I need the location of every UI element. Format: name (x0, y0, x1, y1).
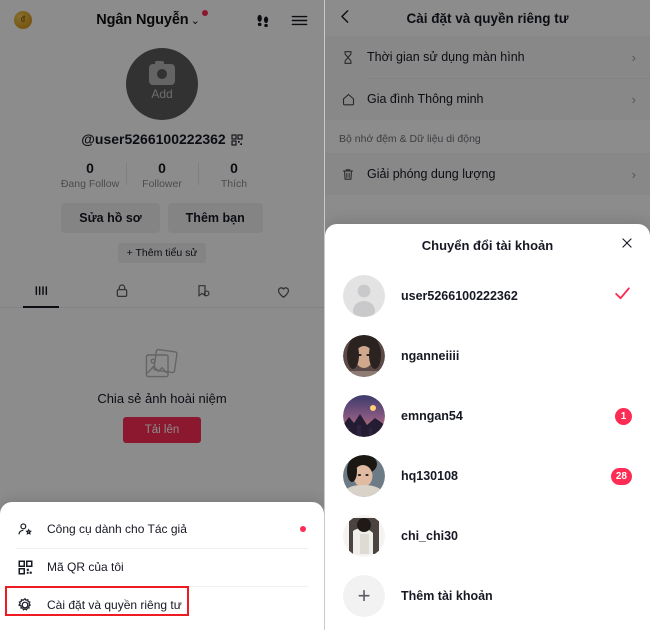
plus-icon: + (343, 575, 385, 617)
profile-actions: Sửa hồ sơ Thêm bạn (0, 203, 324, 233)
edit-profile-button[interactable]: Sửa hồ sơ (61, 203, 160, 233)
coin-icon[interactable]: ₫ (14, 11, 32, 29)
notification-dot (201, 10, 208, 16)
stat-label: Đang Follow (60, 178, 120, 190)
avatar-add-label: Add (151, 86, 173, 101)
stat-value: 0 (86, 160, 94, 176)
avatar (343, 335, 385, 377)
profile-handle: @user5266100222362 (81, 131, 226, 147)
account-name: nganneiiii (401, 349, 460, 363)
stat-following[interactable]: 0 Đang Follow (54, 160, 126, 190)
tab-reposts[interactable] (162, 275, 243, 307)
empty-state: Chia sẻ ảnh hoài niệm Tải lên (0, 348, 324, 443)
account-name: chi_chi30 (401, 529, 458, 543)
add-bio-button[interactable]: + Thêm tiểu sử (117, 243, 207, 263)
account-list: user5266100222362 nganneiiii emngan54 1 … (325, 266, 650, 626)
avatar (343, 455, 385, 497)
settings-pane: Cài đặt và quyền riêng tư Thời gian sử d… (325, 0, 650, 630)
menu-item-label: Mã QR của tôi (47, 560, 124, 574)
menu-item-label: Công cụ dành cho Tác giả (47, 522, 187, 536)
menu-item-label: Cài đặt và quyền riêng tư (47, 598, 182, 612)
profile-stats: 0 Đang Follow 0 Follower 0 Thích (0, 160, 324, 190)
account-sheet-header: Chuyển đổi tài khoản (325, 224, 650, 266)
close-icon[interactable] (620, 236, 634, 254)
profile-tabs (0, 275, 324, 308)
camera-icon (149, 61, 175, 85)
avatar (343, 395, 385, 437)
settings-row-label: Thời gian sử dụng màn hình (367, 50, 525, 64)
account-name: hq130108 (401, 469, 458, 483)
chevron-right-icon: › (631, 91, 636, 107)
add-account-label: Thêm tài khoản (401, 589, 493, 603)
profile-username: Ngân Nguyễn (96, 12, 189, 28)
add-account-item[interactable]: + Thêm tài khoản (325, 566, 650, 626)
avatar (343, 275, 385, 317)
trash-icon (339, 167, 357, 182)
stat-followers[interactable]: 0 Follower (126, 160, 198, 190)
account-item[interactable]: nganneiiii (325, 326, 650, 386)
stat-label: Thích (220, 178, 248, 190)
gear-icon (16, 597, 34, 613)
footprints-icon[interactable] (253, 10, 273, 30)
settings-section-label: Bộ nhớ đệm & Dữ liệu di động (339, 133, 481, 145)
app-screen: ₫ Ngân Nguyễn ⌄ Add @user5266100222362 0… (0, 0, 650, 630)
bio-row: + Thêm tiểu sử (0, 243, 324, 263)
tab-liked[interactable] (243, 275, 324, 307)
account-sheet-title: Chuyển đổi tài khoản (421, 237, 554, 253)
settings-row-label: Giải phóng dung lượng (367, 167, 496, 181)
stat-value: 0 (230, 160, 238, 176)
empty-state-text: Chia sẻ ảnh hoài niệm (97, 391, 227, 406)
hourglass-icon (339, 50, 357, 65)
settings-row-screen-time[interactable]: Thời gian sử dụng màn hình › (325, 36, 650, 78)
qr-code-icon (16, 560, 34, 575)
settings-row-family-pairing[interactable]: Gia đình Thông minh › (325, 78, 650, 120)
unread-badge: 28 (610, 467, 632, 485)
account-item[interactable]: hq130108 28 (325, 446, 650, 506)
chevron-down-icon: ⌄ (190, 14, 200, 27)
page-title: Cài đặt và quyền riêng tư (406, 10, 569, 26)
account-name: emngan54 (401, 409, 463, 423)
check-icon (613, 284, 632, 309)
upload-button[interactable]: Tải lên (122, 417, 202, 443)
account-item[interactable]: chi_chi30 (325, 506, 650, 566)
profile-name-dropdown[interactable]: Ngân Nguyễn ⌄ (96, 10, 208, 28)
settings-header: Cài đặt và quyền riêng tư (325, 0, 650, 36)
menu-item-settings-privacy[interactable]: Cài đặt và quyền riêng tư (0, 586, 324, 624)
settings-row-free-up-space[interactable]: Giải phóng dung lượng › (325, 153, 650, 195)
profile-header: ₫ Ngân Nguyễn ⌄ (0, 0, 324, 40)
tab-posts[interactable] (0, 275, 81, 307)
handle-row: @user5266100222362 (0, 131, 324, 147)
menu-notification-dot (300, 526, 306, 532)
tab-private[interactable] (81, 275, 162, 307)
unread-badge: 1 (615, 407, 632, 425)
settings-group-top: Thời gian sử dụng màn hình › Gia đình Th… (325, 36, 650, 120)
menu-item-my-qr[interactable]: Mã QR của tôi (0, 548, 324, 586)
stat-likes[interactable]: 0 Thích (198, 160, 270, 190)
stat-value: 0 (158, 160, 166, 176)
chevron-right-icon: › (631, 49, 636, 65)
chevron-right-icon: › (631, 166, 636, 182)
account-item[interactable]: emngan54 1 (325, 386, 650, 446)
avatar (343, 515, 385, 557)
photo-stack-icon (143, 348, 181, 380)
add-friend-button[interactable]: Thêm bạn (167, 203, 263, 233)
creator-tools-icon (16, 521, 34, 537)
header-icons (253, 10, 310, 30)
stat-label: Follower (142, 178, 182, 190)
home-icon (339, 92, 357, 107)
hamburger-icon[interactable] (290, 10, 310, 30)
settings-group-storage: Giải phóng dung lượng › (325, 153, 650, 195)
menu-item-creator-tools[interactable]: Công cụ dành cho Tác giả (0, 510, 324, 548)
settings-row-label: Gia đình Thông minh (367, 92, 484, 106)
profile-pane: ₫ Ngân Nguyễn ⌄ Add @user5266100222362 0… (0, 0, 325, 630)
avatar[interactable]: Add (126, 48, 198, 120)
account-switcher-sheet: Chuyển đổi tài khoản user5266100222362 n… (325, 224, 650, 630)
qr-code-icon[interactable] (231, 133, 243, 146)
account-name: user5266100222362 (401, 289, 518, 303)
profile-menu-sheet: Công cụ dành cho Tác giả Mã QR của tôi C… (0, 502, 324, 630)
account-item[interactable]: user5266100222362 (325, 266, 650, 326)
